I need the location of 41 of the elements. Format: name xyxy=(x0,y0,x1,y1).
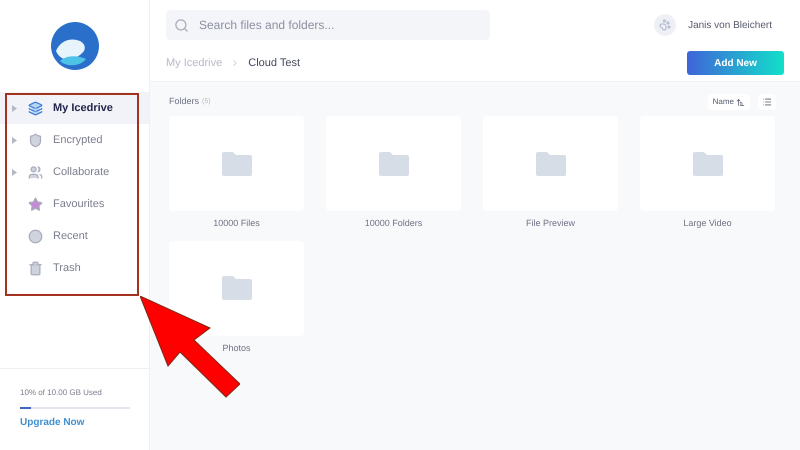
sort-icon xyxy=(736,98,745,106)
folder-icon xyxy=(692,152,722,176)
folders-title: Folders xyxy=(169,95,200,108)
folder-name[interactable]: 10000 Files xyxy=(213,217,260,230)
upgrade-link[interactable]: Upgrade Now xyxy=(20,415,129,430)
sidebar-item[interactable]: Recent xyxy=(0,220,149,252)
folder-name[interactable]: Photos xyxy=(222,342,251,355)
folder-icon xyxy=(378,152,408,176)
avatar[interactable] xyxy=(654,14,676,36)
folder-icon xyxy=(222,276,252,300)
search-input[interactable]: Search files and folders... xyxy=(199,16,482,34)
list-view-button[interactable] xyxy=(758,94,776,110)
list-icon xyxy=(762,97,772,107)
sort-button[interactable]: Name xyxy=(708,94,750,110)
search-bar[interactable]: Search files and folders... xyxy=(166,10,490,40)
breadcrumb-item[interactable]: Cloud Test xyxy=(248,54,300,72)
add-new-button[interactable]: Add New xyxy=(687,51,784,75)
folder-card[interactable] xyxy=(169,240,304,336)
storage-usage: 10% of 10.00 GB Used xyxy=(20,387,103,399)
sidebar-item[interactable]: Collaborate xyxy=(0,156,149,188)
folder-icon xyxy=(536,152,566,176)
sidebar-item[interactable]: Trash xyxy=(0,252,149,284)
paw-icon xyxy=(659,19,672,31)
expand-arrow-icon[interactable] xyxy=(12,168,17,176)
trash-icon xyxy=(28,260,43,276)
layers-icon xyxy=(28,100,43,116)
expand-arrow-icon[interactable] xyxy=(12,104,17,112)
logo-icon xyxy=(50,21,100,71)
folder-icon xyxy=(222,152,252,176)
folder-name[interactable]: 10000 Folders xyxy=(364,217,422,230)
expand-arrow-icon[interactable] xyxy=(12,136,17,144)
sidebar-item[interactable]: My Icedrive xyxy=(0,92,149,124)
search-icon xyxy=(174,18,189,32)
folder-name[interactable]: File Preview xyxy=(526,217,575,230)
user-name[interactable]: Janis von Bleichert xyxy=(688,18,772,32)
users-icon xyxy=(28,164,43,180)
star-icon xyxy=(28,196,43,212)
shield-icon xyxy=(28,132,43,148)
sidebar-item[interactable]: Favourites xyxy=(0,188,149,220)
folder-name[interactable]: Large Video xyxy=(683,217,732,230)
sidebar-item[interactable]: Encrypted xyxy=(0,124,149,156)
